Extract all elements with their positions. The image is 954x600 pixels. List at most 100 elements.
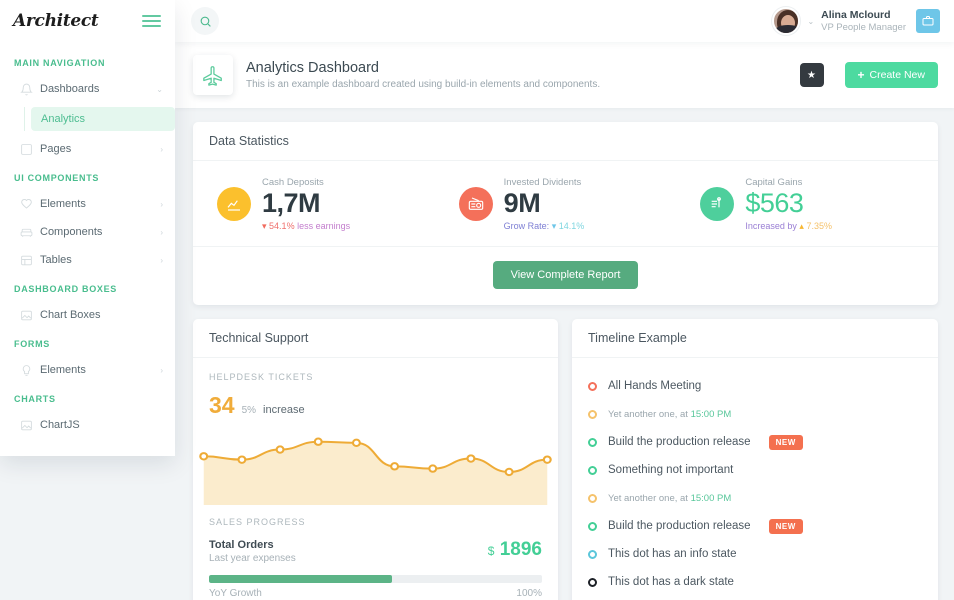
nav-section-title-ui: UI COMPONENTS: [14, 173, 100, 183]
stat-note: ▾ 54.1% less earnings: [262, 221, 350, 232]
sidebar-item-label: Tables: [40, 254, 72, 266]
timeline-item-text: Something not important: [608, 464, 734, 477]
user-menu[interactable]: ⌄ Alina Mclourd VP People Manager: [772, 7, 940, 35]
stat-note: Increased by ▴ 7.35%: [745, 221, 832, 232]
timeline-item-text: This dot has a dark state: [608, 576, 734, 589]
timeline-item-text: Yet another one, at 15:00 PM: [608, 492, 732, 504]
timeline-item[interactable]: This dot has a dark state: [588, 568, 922, 596]
search-icon[interactable]: [191, 7, 219, 35]
timeline-dot-icon: [588, 381, 597, 391]
timeline-item[interactable]: Something not important: [588, 456, 922, 484]
stat-capital-gains: Capital Gains $563 Increased by ▴ 7.35%: [686, 177, 928, 232]
sidebar-item-label: Pages: [40, 143, 72, 155]
page-title: Analytics Dashboard: [246, 60, 379, 76]
data-statistics-card: Data Statistics Cash Deposits 1,7M ▾ 54.…: [193, 122, 938, 306]
timeline-item[interactable]: This dot has an info state: [588, 540, 922, 568]
currency-symbol: $: [487, 544, 495, 559]
timeline-dot-icon: [588, 549, 597, 559]
timeline-item[interactable]: Yet another one, at 15:00 PM: [588, 400, 922, 428]
stat-invested-dividents: Invested Dividents 9M Grow Rate: ▾ 14.1%: [445, 177, 687, 232]
create-new-label: Create New: [869, 69, 925, 81]
sidebar-item-label: Elements: [40, 198, 86, 210]
timeline-item-text: This dot has an info state: [608, 548, 737, 561]
stat-percent: 7.35%: [806, 221, 832, 232]
user-name: Alina Mclourd: [821, 8, 891, 21]
sidebar-item-components[interactable]: Components ›: [0, 218, 175, 246]
app-root: Architect MAIN NAVIGATION Dashboards ⌄ A…: [0, 0, 954, 600]
stat-note-prefix: Grow Rate:: [503, 221, 550, 232]
sidebar-item-pages[interactable]: Pages ›: [0, 135, 175, 163]
sidebar: Architect MAIN NAVIGATION Dashboards ⌄ A…: [0, 0, 175, 456]
timeline-item[interactable]: Build the production release NEW: [588, 428, 922, 456]
stat-label: Cash Deposits: [262, 177, 324, 188]
timeline-item[interactable]: All Hands Meeting: [588, 596, 922, 600]
nav-section-title-charts: CHARTS: [14, 394, 56, 404]
stat-note-suffix: less earnings: [297, 221, 351, 232]
technical-support-title: Technical Support: [193, 319, 558, 359]
progress-bar-footer: YoY Growth 100%: [209, 588, 542, 599]
nav-section-title-boxes: DASHBOARD BOXES: [14, 284, 118, 294]
timeline-item[interactable]: Build the production release NEW: [588, 512, 922, 540]
stat-label: Capital Gains: [745, 177, 803, 188]
sidebar-item-label: Chart Boxes: [40, 309, 101, 321]
stat-note: Grow Rate: ▾ 14.1%: [504, 221, 585, 232]
stat-note-prefix: Increased by: [745, 221, 797, 232]
timeline-new-badge: NEW: [768, 434, 803, 450]
sidebar-item-tables[interactable]: Tables ›: [0, 246, 175, 274]
page-subtitle: This is an example dashboard created usi…: [246, 79, 601, 90]
star-icon-button[interactable]: ★: [799, 63, 824, 87]
sidebar-item-dashboards[interactable]: Dashboards ⌄: [0, 75, 175, 103]
trend-down-icon: ▾: [262, 221, 267, 232]
sidebar-item-label: Components: [40, 226, 103, 238]
sidebar-item-chartjs[interactable]: ChartJS: [0, 411, 175, 439]
sidebar-item-chart-boxes[interactable]: Chart Boxes: [0, 301, 175, 329]
bulb-icon: [20, 364, 40, 377]
stat-percent: 14.1%: [558, 221, 585, 232]
hamburger-icon[interactable]: [142, 15, 161, 27]
sidebar-item-form-elements[interactable]: Elements ›: [0, 356, 175, 384]
progress-right-label: 100%: [516, 588, 542, 600]
sidebar-item-label: Elements: [40, 364, 86, 376]
sidebar-item-elements[interactable]: Elements ›: [0, 190, 175, 218]
avatar[interactable]: [772, 7, 801, 35]
stat-label: Invested Dividents: [503, 177, 582, 188]
chevron-down-icon: ⌄: [156, 84, 163, 94]
square-icon: [20, 143, 40, 156]
tickets-count: 34: [209, 392, 235, 419]
user-role: VP People Manager: [821, 21, 906, 33]
orders-row: Total Orders Last year expenses $ 1896: [209, 539, 542, 564]
progress-bar-fill: [209, 575, 393, 584]
timeline-list: All Hands Meeting Yet another one, at 15:…: [572, 358, 938, 600]
timeline-item[interactable]: All Hands Meeting: [588, 372, 922, 400]
timeline-title: Timeline Example: [572, 319, 938, 359]
topbar: ⌄ Alina Mclourd VP People Manager: [175, 0, 954, 42]
technical-support-body: HELPDESK TICKETS 34 5% increase SALES PR…: [193, 358, 558, 600]
bell-icon: [20, 83, 40, 96]
tickets-trend-word: increase: [263, 404, 305, 417]
sidebar-item-analytics[interactable]: Analytics: [31, 107, 175, 131]
chevron-right-icon: ›: [160, 199, 163, 209]
brand-logo[interactable]: Architect: [13, 11, 99, 31]
chevron-down-icon[interactable]: ⌄: [807, 17, 814, 26]
timeline-item-text: Build the production release: [608, 520, 751, 533]
chevron-right-icon: ›: [160, 144, 163, 154]
briefcase-icon[interactable]: [916, 9, 940, 33]
timeline-dot-icon: [588, 521, 597, 531]
main-area: ⌄ Alina Mclourd VP People Manager Analyt…: [175, 0, 954, 600]
timeline-dot-icon: [588, 437, 597, 447]
view-complete-report-button[interactable]: View Complete Report: [492, 261, 639, 290]
airplane-icon: [193, 55, 233, 95]
orders-amount: $ 1896: [488, 539, 542, 561]
stat-value: $563: [745, 188, 804, 218]
timeline-item-time: 15:00 PM: [690, 492, 732, 504]
technical-support-card: Technical Support HELPDESK TICKETS 34 5%…: [193, 319, 558, 600]
timeline-item-text: Build the production release: [608, 436, 751, 449]
stat-percent: 54.1%: [269, 221, 295, 232]
report-row: View Complete Report: [193, 246, 938, 305]
heart-icon: [20, 198, 40, 211]
progress-left-label: YoY Growth: [209, 588, 262, 600]
chart-line-icon: [217, 187, 251, 221]
timeline-item[interactable]: Yet another one, at 15:00 PM: [588, 484, 922, 512]
helpdesk-sparkline-chart: [193, 425, 558, 506]
create-new-button[interactable]: + Create New: [844, 62, 938, 88]
